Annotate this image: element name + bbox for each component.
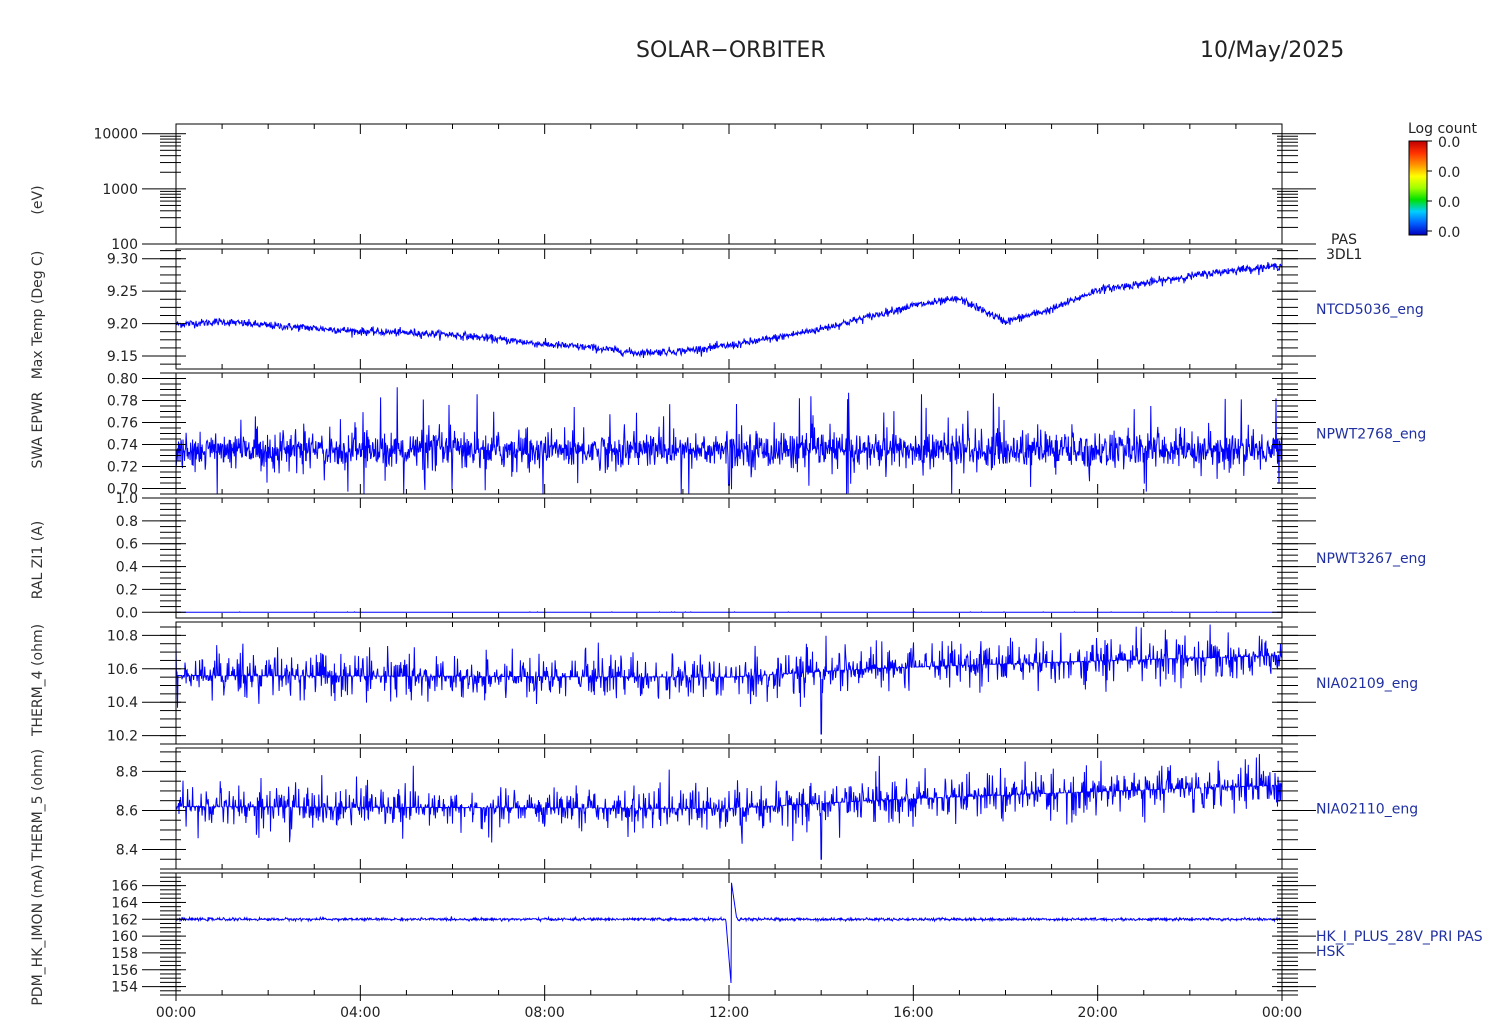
data-series-6 [175,753,1283,860]
panel-label: HK_I_PLUS_28V_PRI PAS [1316,929,1483,945]
ytick-label: 0.76 [107,416,138,432]
ytick-label: 0.8 [116,514,138,530]
panel-label: NIA02109_eng [1316,676,1418,692]
ytick-label: 162 [111,912,138,928]
colorbar-tick-label: 0.0 [1438,165,1460,181]
panel-7: 154156158160162164166 HK_I_PLUS_28V_PRI P… [111,872,1483,996]
ylabel-1: (eV) [30,185,46,214]
ytick-label: 0.4 [116,560,138,576]
data-series-5 [175,624,1283,735]
panel-label: NTCD5036_eng [1316,302,1424,318]
ytick-label: 9.15 [107,349,138,365]
panel-frame [175,372,1283,495]
ytick-label: 10.8 [107,628,138,644]
colorbar-tick-label: 0.0 [1438,225,1460,241]
xtick-label: 08:00 [524,1005,564,1020]
ytick-label: 8.8 [116,764,138,780]
panel-frame [175,497,1283,619]
ytick-label: 8.4 [116,842,138,858]
ytick-label: 0.6 [116,537,138,553]
ytick-label: 1.0 [116,491,138,507]
panel-label: 3DL1 [1326,247,1362,263]
ylabel-stack: (eV) Max Temp (Deg C) SWA EPWR RAL ZI1 (A) T… [30,185,46,1005]
ytick-label: 154 [111,980,138,996]
ylabel-2: Max Temp (Deg C) [30,251,46,380]
ytick-label: 10.6 [107,662,138,678]
ytick-label: 160 [111,929,138,945]
panel-frame [175,872,1283,996]
ytick-label: 0.2 [116,582,138,598]
xtick-label: 12:00 [709,1005,749,1020]
panel-label: NPWT3267_eng [1316,551,1426,567]
ylabel-3: SWA EPWR [30,391,46,468]
panel-5: 10.2 10.4 10.6 10.8 NIA02109_eng [107,621,1418,745]
ylabel-7: PDM_HK_IMON (mA) [30,864,46,1005]
colorbar-tick-label: 0.0 [1438,195,1460,211]
ytick-label: 10000 [93,127,138,143]
data-series-3 [175,387,1283,495]
ylabel-6: THERM_5 (ohm) [30,749,46,862]
ytick-label: 158 [111,946,138,962]
xtick-label: 04:00 [340,1005,380,1020]
panel-frame [175,123,1283,245]
xtick-label: 00:00 [156,1005,196,1020]
ytick-label: 1000 [102,182,138,198]
panel-label: PAS [1331,232,1357,248]
ytick-label: 166 [111,879,138,895]
panel-4: 0.0 0.2 0.4 0.6 0.8 1.0 NPWT3267_eng [116,491,1427,621]
data-series-2 [175,261,1283,359]
stacked-time-series-plot: 100 1000 10000 PAS3DL1 9.15 9.20 9.25 9.30 NTCD5… [30,121,1483,1020]
ylabel-4: RAL ZI1 (A) [30,521,46,600]
data-series-7 [175,882,1283,984]
ytick-label: 0.80 [107,372,138,388]
panel-frame [175,248,1283,370]
panel-1: 100 1000 10000 PAS3DL1 [93,123,1362,263]
ytick-label: 0.0 [116,605,138,621]
xtick-label: 00:00 [1262,1005,1302,1020]
ytick-label: 9.25 [107,284,138,300]
colorbar-tick-label: 0.0 [1438,135,1460,151]
ytick-label: 0.72 [107,460,138,476]
panels-layer: 100 1000 10000 PAS3DL1 9.15 9.20 9.25 9.30 NTCD5… [30,123,1483,1020]
ytick-label: 164 [111,895,138,911]
xtick-label: 16:00 [893,1005,933,1020]
ytick-label: 156 [111,963,138,979]
ylabel-5: THERM_4 (ohm) [30,624,46,737]
ytick-label: 8.6 [116,803,138,819]
ytick-label: 0.74 [107,438,138,454]
ytick-label: 10.4 [107,695,138,711]
ytick-label: 100 [111,237,138,253]
colorbar [1408,140,1428,236]
panel-2: 9.15 9.20 9.25 9.30 NTCD5036_eng [107,248,1424,370]
panel-3: 0.700.720.740.760.780.80NPWT2768_eng [107,372,1426,498]
ytick-label: 9.30 [107,252,138,268]
panel-label: HSK [1316,944,1345,960]
ytick-label: 9.20 [107,317,138,333]
ytick-label: 0.78 [107,394,138,410]
ytick-label: 10.2 [107,729,138,745]
xtick-label: 20:00 [1077,1005,1117,1020]
colorbar-layer: Log count0.00.00.00.0 [1408,121,1477,241]
panel-label: NPWT2768_eng [1316,427,1426,443]
panel-label: NIA02110_eng [1316,802,1418,818]
panel-6: 8.4 8.6 8.8 NIA02110_eng [116,747,1418,870]
